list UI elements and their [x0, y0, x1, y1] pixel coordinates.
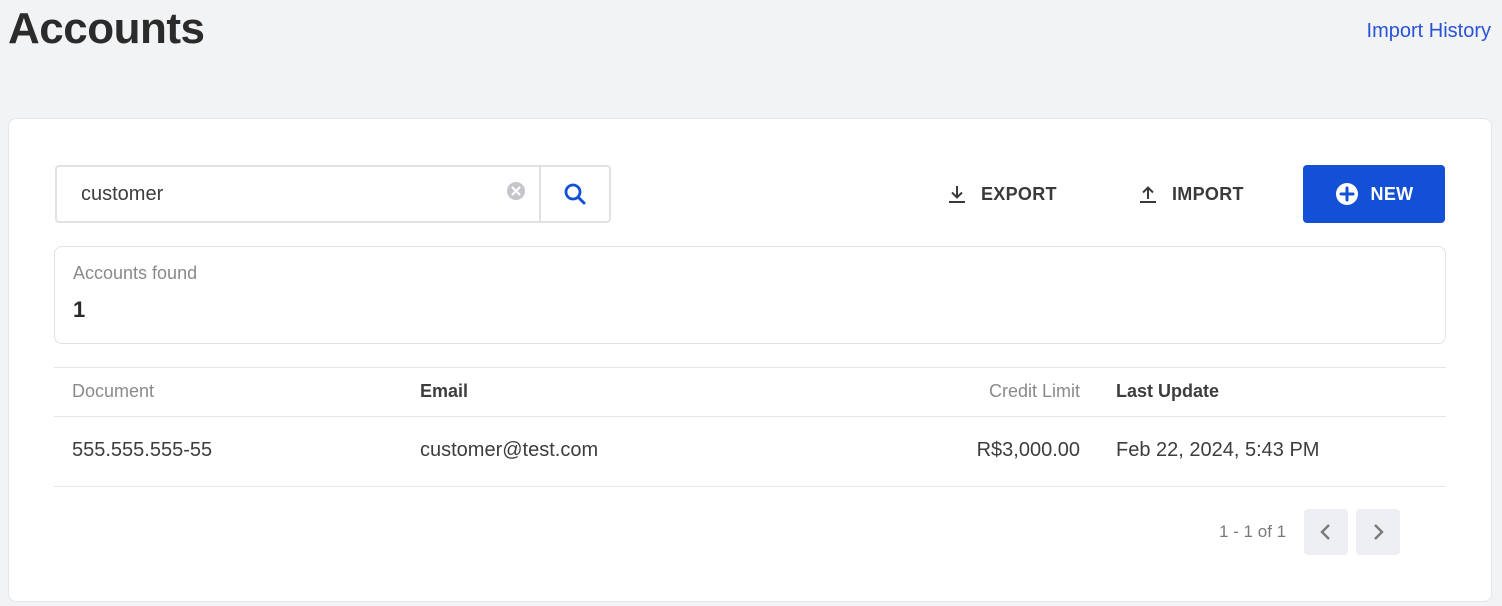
column-header-email[interactable]: Email	[420, 381, 468, 402]
next-page-button[interactable]	[1356, 509, 1401, 555]
new-label: NEW	[1370, 183, 1414, 204]
page-title: Accounts	[8, 4, 205, 53]
column-header-document[interactable]: Document	[72, 381, 154, 402]
chevron-left-icon	[1320, 524, 1330, 540]
import-button[interactable]: IMPORT	[1138, 167, 1244, 221]
column-header-last-update[interactable]: Last Update	[1116, 381, 1219, 402]
search-input[interactable]	[57, 167, 493, 221]
page-header: Accounts Import History	[0, 0, 1502, 70]
search-icon	[564, 183, 586, 205]
accounts-table: Document Email Credit Limit Last Update …	[54, 367, 1446, 487]
column-header-credit-limit[interactable]: Credit Limit	[989, 381, 1080, 402]
download-icon	[949, 186, 965, 203]
new-button[interactable]: NEW	[1303, 165, 1445, 223]
summary-box: Accounts found 1	[54, 246, 1446, 344]
table-row[interactable]: 555.555.555-55 customer@test.com R$3,000…	[54, 417, 1446, 487]
chevron-right-icon	[1374, 524, 1384, 540]
cell-document: 555.555.555-55	[72, 439, 213, 461]
plus-circle-icon	[1335, 183, 1358, 205]
pagination-info: 1 - 1 of 1	[1219, 522, 1287, 541]
accounts-found-count: 1	[73, 297, 86, 322]
import-label: IMPORT	[1172, 183, 1244, 204]
table-header: Document Email Credit Limit Last Update	[54, 367, 1446, 417]
upload-icon	[1140, 186, 1156, 203]
accounts-card: EXPORT IMPORT NEW Accounts found 1 Docum…	[8, 118, 1492, 602]
import-history-link[interactable]: Import History	[1367, 20, 1491, 43]
clear-icon[interactable]	[493, 161, 539, 221]
previous-page-button[interactable]	[1304, 509, 1349, 555]
search-box	[55, 165, 611, 223]
cell-credit-limit: R$3,000.00	[976, 439, 1080, 461]
export-label: EXPORT	[981, 183, 1057, 204]
pagination: 1 - 1 of 1	[1219, 509, 1401, 555]
export-button[interactable]: EXPORT	[947, 167, 1057, 221]
search-button[interactable]	[539, 167, 609, 221]
cell-last-update: Feb 22, 2024, 5:43 PM	[1116, 439, 1320, 461]
cell-email: customer@test.com	[420, 439, 599, 461]
accounts-found-label: Accounts found	[73, 263, 198, 283]
